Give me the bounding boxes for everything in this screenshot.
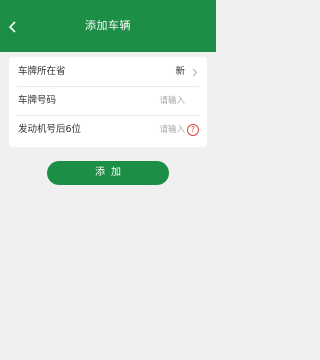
province-label: 车牌所在省 [18,66,66,77]
plate-number-label: 车牌号码 [18,95,57,106]
help-icon[interactable]: ? [187,124,199,136]
engine-number-input[interactable] [115,122,185,138]
province-row[interactable]: 车牌所在省 新 [9,58,207,86]
app-header: 添加车辆 [0,0,216,52]
add-button[interactable]: 添加 [47,161,169,185]
chevron-right-icon [192,68,198,77]
plate-number-row: 车牌号码 [9,87,207,115]
engine-number-label: 发动机号后6位 [18,124,82,135]
engine-number-row: 发动机号后6位 ? [9,116,207,144]
vehicle-form: 车牌所在省 新 车牌号码 发动机号后6位 ? [9,57,207,147]
page-title: 添加车辆 [85,19,131,32]
plate-number-input[interactable] [115,93,185,109]
province-value: 新 [175,66,185,77]
